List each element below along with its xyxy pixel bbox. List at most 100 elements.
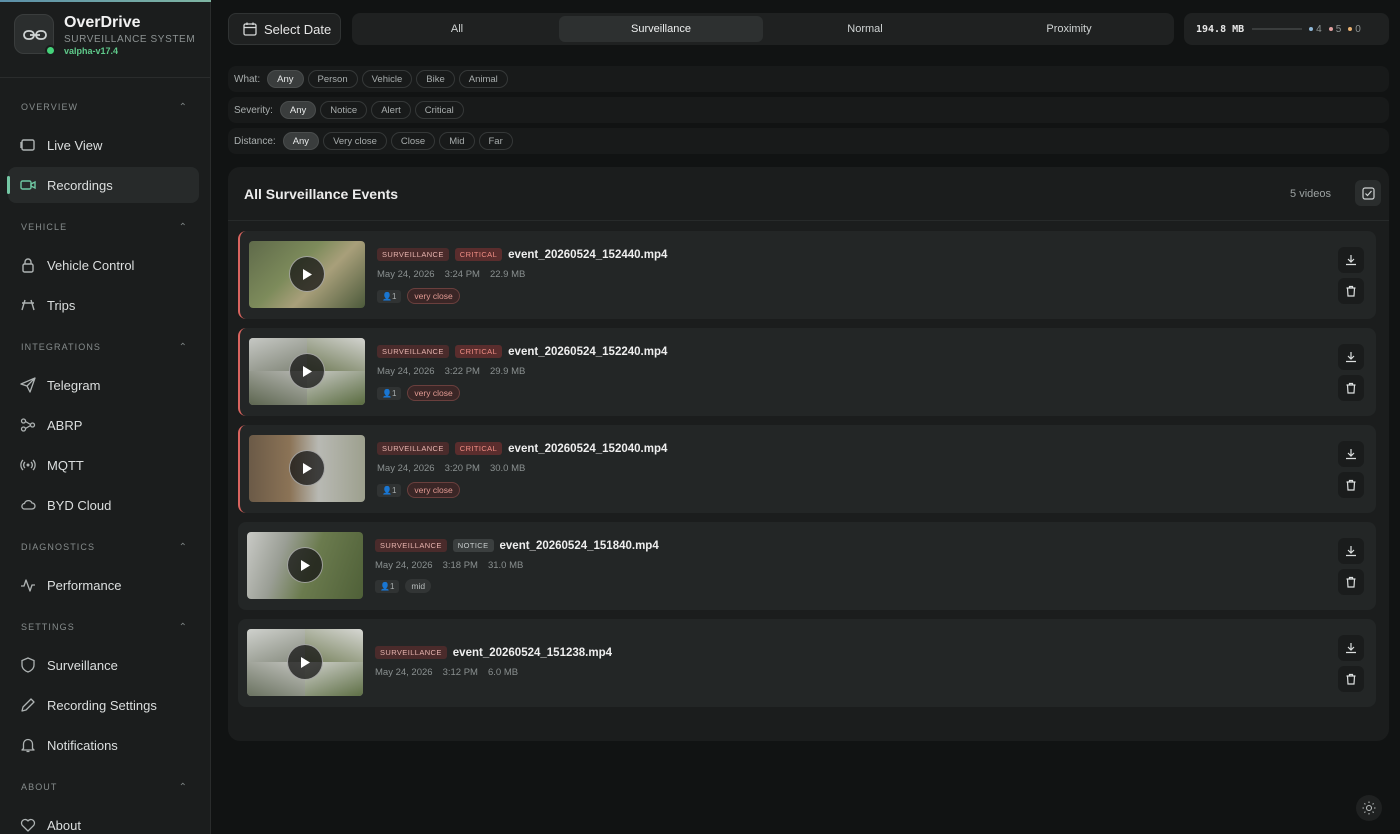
chip-very-close[interactable]: Very close xyxy=(323,132,387,150)
chevron-up-icon: ⌃ xyxy=(178,101,187,113)
sidebar-item-byd-cloud[interactable]: BYD Cloud xyxy=(8,487,199,523)
pencil-icon xyxy=(20,697,36,713)
event-row[interactable]: SURVEILLANCE event_20260524_151238.mp4 M… xyxy=(238,619,1376,707)
event-row[interactable]: SURVEILLANCE CRITICAL event_20260524_152… xyxy=(238,425,1376,513)
video-thumbnail[interactable] xyxy=(249,435,365,502)
sidebar-item-telegram[interactable]: Telegram xyxy=(8,367,199,403)
delete-button[interactable] xyxy=(1338,666,1364,692)
chip-close[interactable]: Close xyxy=(390,132,436,150)
video-thumbnail[interactable] xyxy=(249,338,365,405)
tab-surveillance[interactable]: Surveillance xyxy=(559,16,763,42)
section-label: DIAGNOSTICS xyxy=(21,542,96,552)
sidebar-item-notifications[interactable]: Notifications xyxy=(8,727,199,763)
sidebar-item-label: Trips xyxy=(47,297,76,313)
sidebar-item-recordings[interactable]: Recordings xyxy=(7,167,199,203)
delete-button[interactable] xyxy=(1338,472,1364,498)
top-accent-line xyxy=(0,0,211,2)
play-button[interactable] xyxy=(287,547,323,583)
video-thumbnail[interactable] xyxy=(247,629,363,696)
event-row[interactable]: SURVEILLANCE CRITICAL event_20260524_152… xyxy=(238,328,1376,416)
person-count: 1 xyxy=(391,485,397,495)
person-count-tag: 👤 1 xyxy=(377,289,402,303)
play-button[interactable] xyxy=(289,450,325,486)
filter-distance: Distance: Any Very close Close Mid Far xyxy=(228,128,1389,154)
sidebar-item-recording-settings[interactable]: Recording Settings xyxy=(8,687,199,723)
chip-animal[interactable]: Animal xyxy=(458,70,508,88)
sidebar-item-label: Recording Settings xyxy=(47,697,157,713)
event-row[interactable]: SURVEILLANCE NOTICE event_20260524_15184… xyxy=(238,522,1376,610)
tab-normal[interactable]: Normal xyxy=(763,16,967,42)
tab-all[interactable]: All xyxy=(355,16,559,42)
delete-button[interactable] xyxy=(1338,569,1364,595)
event-row[interactable]: SURVEILLANCE CRITICAL event_20260524_152… xyxy=(238,231,1376,319)
person-count-tag: 👤 1 xyxy=(375,579,400,593)
section-header-about[interactable]: ABOUT ⌃ xyxy=(0,777,211,797)
play-icon xyxy=(301,656,310,668)
select-mode-button[interactable] xyxy=(1355,180,1381,206)
chip-mid[interactable]: Mid xyxy=(439,132,475,150)
play-button[interactable] xyxy=(289,256,325,292)
video-thumbnail[interactable] xyxy=(249,241,365,308)
sidebar-item-abrp[interactable]: ABRP xyxy=(8,407,199,443)
download-button[interactable] xyxy=(1338,441,1364,467)
trash-icon xyxy=(1346,285,1356,297)
section-header-integrations[interactable]: INTEGRATIONS ⌃ xyxy=(0,337,211,357)
section-header-diagnostics[interactable]: DIAGNOSTICS ⌃ xyxy=(0,537,211,557)
person-count: 1 xyxy=(391,291,397,301)
chip-any[interactable]: Any xyxy=(267,70,304,88)
chip-far[interactable]: Far xyxy=(478,132,513,150)
section-header-settings[interactable]: SETTINGS ⌃ xyxy=(0,617,211,637)
video-camera-icon xyxy=(20,177,36,193)
download-button[interactable] xyxy=(1338,344,1364,370)
event-meta: May 24, 2026 3:22 PM 29.9 MB xyxy=(377,366,535,377)
chip-notice[interactable]: Notice xyxy=(320,101,368,119)
count-proximity: 0 xyxy=(1348,24,1361,35)
download-button[interactable] xyxy=(1338,635,1364,661)
play-button[interactable] xyxy=(287,644,323,680)
delete-button[interactable] xyxy=(1338,375,1364,401)
event-date: May 24, 2026 xyxy=(375,560,433,571)
sidebar-item-about[interactable]: About xyxy=(8,807,199,834)
chevron-up-icon: ⌃ xyxy=(178,221,187,233)
route-icon xyxy=(20,417,36,433)
sidebar-item-trips[interactable]: Trips xyxy=(8,287,199,323)
select-date-button[interactable]: Select Date xyxy=(228,13,341,45)
download-button[interactable] xyxy=(1338,538,1364,564)
brand-divider xyxy=(0,77,211,78)
section-diagnostics: DIAGNOSTICS ⌃ xyxy=(0,537,211,557)
activity-icon xyxy=(20,577,36,593)
file-name: event_20260524_152440.mp4 xyxy=(508,248,668,261)
chip-alert[interactable]: Alert xyxy=(371,101,411,119)
distance-tag: very close xyxy=(407,482,460,498)
delete-button[interactable] xyxy=(1338,278,1364,304)
checkbox-edit-icon xyxy=(1361,186,1375,200)
event-time: 3:20 PM xyxy=(444,463,480,474)
sidebar-item-performance[interactable]: Performance xyxy=(8,567,199,603)
section-header-overview[interactable]: OVERVIEW ⌃ xyxy=(0,97,211,117)
chip-bike[interactable]: Bike xyxy=(416,70,455,88)
section-header-vehicle[interactable]: VEHICLE ⌃ xyxy=(0,217,211,237)
chip-any[interactable]: Any xyxy=(282,132,320,150)
play-button[interactable] xyxy=(289,353,325,389)
video-thumbnail[interactable] xyxy=(247,532,363,599)
download-button[interactable] xyxy=(1338,247,1364,273)
theme-toggle-button[interactable] xyxy=(1356,795,1382,821)
person-count: 1 xyxy=(389,581,395,591)
sidebar-item-mqtt[interactable]: MQTT xyxy=(8,447,199,483)
play-icon xyxy=(303,365,312,377)
tab-proximity[interactable]: Proximity xyxy=(967,16,1171,42)
person-count-tag: 👤 1 xyxy=(377,483,402,497)
sidebar-item-label: Recordings xyxy=(47,177,113,193)
chip-vehicle[interactable]: Vehicle xyxy=(361,70,413,88)
file-name: event_20260524_151238.mp4 xyxy=(452,646,612,659)
chip-critical[interactable]: Critical xyxy=(414,101,464,119)
play-icon xyxy=(301,559,310,571)
sun-icon xyxy=(1362,801,1376,815)
section-settings: SETTINGS ⌃ xyxy=(0,617,211,637)
chip-person[interactable]: Person xyxy=(307,70,358,88)
sidebar-item-vehicle-control[interactable]: Vehicle Control xyxy=(8,247,199,283)
sidebar-item-surveillance[interactable]: Surveillance xyxy=(8,647,199,683)
sidebar-item-live-view[interactable]: Live View xyxy=(8,127,199,163)
chip-any[interactable]: Any xyxy=(279,101,317,119)
severity-badge: NOTICE xyxy=(452,539,494,552)
